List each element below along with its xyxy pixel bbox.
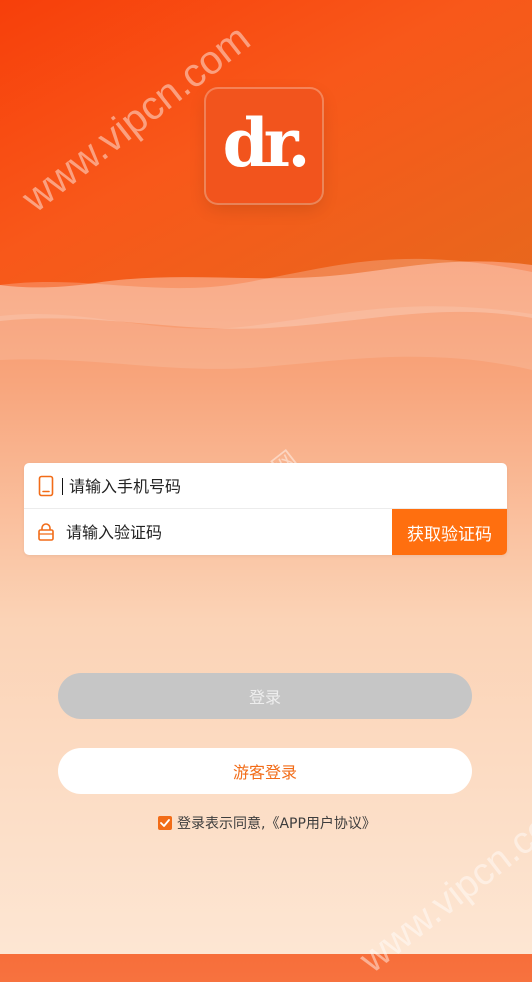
phone-icon	[32, 472, 60, 500]
phone-row	[24, 463, 507, 509]
watermark-bottom: www.vipcn.com	[352, 786, 532, 982]
app-logo: dr.	[206, 89, 322, 203]
text-cursor	[62, 477, 63, 495]
lock-icon	[32, 518, 60, 546]
login-form: 获取验证码	[24, 463, 507, 555]
guest-login-button[interactable]: 游客登录	[58, 748, 472, 794]
phone-input[interactable]	[69, 464, 507, 508]
agreement-checkbox[interactable]	[158, 816, 172, 830]
hero-wave-art	[0, 0, 532, 370]
hero-background	[0, 0, 532, 420]
get-code-button[interactable]: 获取验证码	[392, 509, 507, 555]
agreement-label[interactable]: 登录表示同意,《APP用户协议》	[177, 813, 376, 833]
verification-code-input[interactable]	[66, 510, 392, 554]
checkmark-icon	[160, 819, 170, 827]
login-button[interactable]: 登录	[58, 673, 472, 719]
agreement-row: 登录表示同意,《APP用户协议》	[158, 814, 376, 832]
verification-row: 获取验证码	[24, 509, 507, 555]
logo-text: dr.	[222, 104, 311, 182]
